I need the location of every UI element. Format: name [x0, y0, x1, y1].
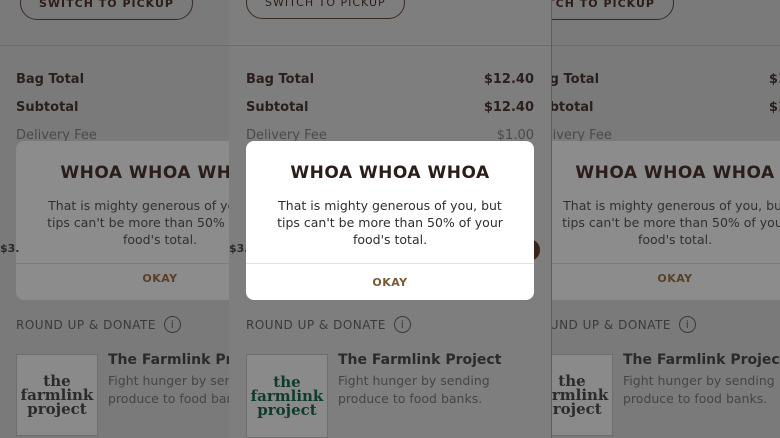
- left-dialog-ok: OKAY: [142, 272, 178, 285]
- bag-total-value: $12.40: [483, 72, 534, 87]
- round-up-label: ROUND UP & DONATE: [246, 317, 386, 332]
- right-bag-total-row: Bag Total $12.40: [552, 72, 780, 87]
- right-info-icon: i: [678, 316, 696, 333]
- left-farmlink-logo: the farmlink project: [16, 354, 98, 436]
- background-left-copy: SWITCH TO PICKUP Bag Total$12.40 Subtota…: [0, 0, 229, 438]
- left-subtotal-row: Subtotal$12.40: [16, 100, 229, 115]
- farmlink-logo: the farmlink project: [246, 354, 328, 438]
- left-bag-total-label: Bag Total: [16, 72, 85, 87]
- right-round-up-header: ROUND UP & DONATE i: [552, 316, 696, 333]
- subtotal-row: Subtotal $12.40: [246, 100, 534, 115]
- right-dialog-ghost: WHOA WHOA WHOA That is mighty generous o…: [552, 141, 780, 300]
- left-subtotal-label: Subtotal: [16, 100, 79, 115]
- right-project-description: Fight hunger by sending produce to food …: [623, 373, 775, 406]
- left-info-icon: i: [163, 316, 181, 333]
- subtotal-value: $12.40: [483, 100, 534, 115]
- right-farmlink-logo: the farmlink project: [552, 354, 613, 436]
- left-dialog-separator: [16, 263, 229, 264]
- right-copy-content: SWITCH TO PICKUP Bag Total $12.40 Subtota…: [552, 0, 780, 438]
- info-icon[interactable]: i: [393, 316, 411, 333]
- right-subtotal-value: $12.40: [768, 100, 780, 115]
- project-name: The Farmlink Project: [338, 352, 502, 368]
- right-dialog-message: That is mighty generous of you, but tips…: [562, 198, 780, 247]
- okay-button[interactable]: OKAY: [246, 264, 534, 300]
- project-description: Fight hunger by sending produce to food …: [338, 373, 490, 406]
- left-dialog-ghost: WHOA WHOA WHOA That is mighty generous o…: [16, 141, 229, 300]
- left-project-name: The Farmlink Project: [108, 352, 229, 368]
- background-right-copy: SWITCH TO PICKUP Bag Total $12.40 Subtota…: [552, 0, 780, 438]
- right-round-up-label: ROUND UP & DONATE: [552, 317, 671, 332]
- dialog-title: WHOA WHOA WHOA: [290, 163, 490, 183]
- left-round-up-header: ROUND UP & DONATE i: [16, 316, 181, 333]
- right-dialog-ok: OKAY: [657, 272, 693, 285]
- tip-limit-dialog: WHOA WHOA WHOA That is mighty generous o…: [246, 141, 534, 300]
- left-copy-content: SWITCH TO PICKUP Bag Total$12.40 Subtota…: [0, 0, 229, 438]
- section-divider: [229, 45, 551, 46]
- right-project-name: The Farmlink Project: [623, 352, 780, 368]
- dialog-message: That is mighty generous of you, but tips…: [277, 198, 503, 247]
- right-switch-pill: SWITCH TO PICKUP: [552, 0, 674, 20]
- switch-to-pickup-button[interactable]: SWITCH TO PICKUP: [246, 0, 405, 19]
- left-round-up-label: ROUND UP & DONATE: [16, 317, 156, 332]
- right-bag-total-value: $12.40: [768, 72, 780, 87]
- right-project-info: The Farmlink Project Fight hunger by sen…: [623, 352, 780, 408]
- left-project-info: The Farmlink Project Fight hunger by sen…: [108, 352, 229, 408]
- right-divider: [552, 45, 780, 46]
- left-dialog-title: WHOA WHOA WHOA: [60, 163, 229, 183]
- right-dialog-title: WHOA WHOA WHOA: [575, 163, 775, 183]
- left-divider: [0, 45, 229, 46]
- left-bag-total-row: Bag Total$12.40: [16, 72, 229, 87]
- left-dialog-message: That is mighty generous of you, but tips…: [47, 198, 229, 247]
- bag-total-label: Bag Total: [246, 72, 315, 87]
- round-up-header: ROUND UP & DONATE i: [246, 316, 411, 333]
- left-switch-pill: SWITCH TO PICKUP: [20, 0, 193, 20]
- left-tip-fragment: $3.: [0, 242, 20, 255]
- right-bag-total-label: Bag Total: [552, 72, 600, 87]
- left-project-description: Fight hunger by sending produce to food …: [108, 373, 229, 406]
- subtotal-label: Subtotal: [246, 100, 309, 115]
- bag-total-row: Bag Total $12.40: [246, 72, 534, 87]
- project-info[interactable]: The Farmlink Project Fight hunger by sen…: [338, 352, 538, 408]
- right-subtotal-label: Subtotal: [552, 100, 594, 115]
- right-dialog-separator: [552, 263, 780, 264]
- right-subtotal-row: Subtotal $12.40: [552, 100, 780, 115]
